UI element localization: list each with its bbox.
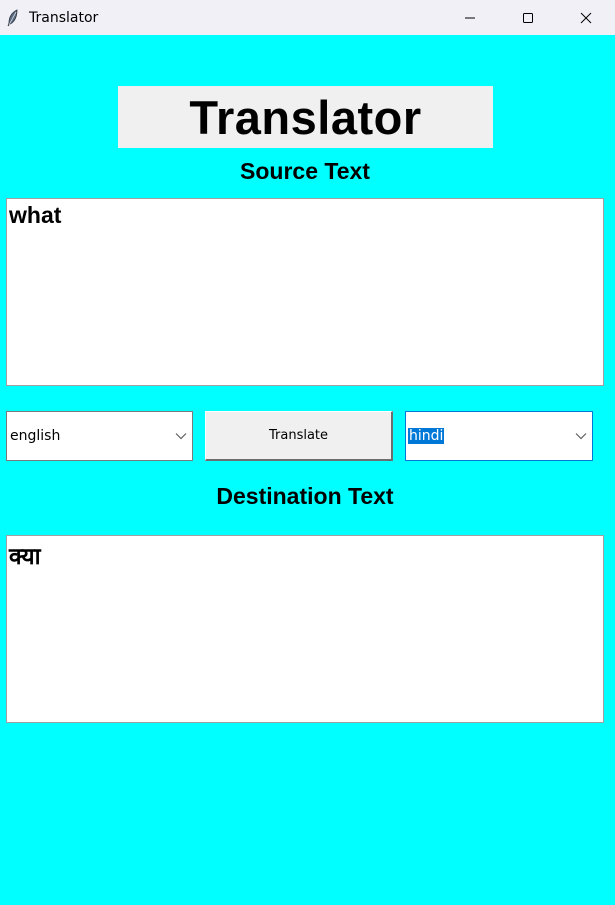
close-button[interactable]	[557, 0, 615, 35]
app-title-box: Translator	[118, 86, 493, 148]
close-icon	[580, 12, 592, 23]
minimize-icon	[465, 17, 475, 18]
destination-language-value: hindi	[408, 428, 445, 444]
maximize-button[interactable]	[499, 0, 557, 35]
source-text-label: Source Text	[240, 158, 370, 184]
chevron-down-icon	[175, 432, 187, 440]
source-text-input[interactable]: what	[6, 198, 604, 386]
feather-icon	[6, 8, 20, 27]
app-window-body: Translator Source Text what english Tran…	[0, 35, 615, 905]
minimize-button[interactable]	[441, 0, 499, 35]
window-titlebar: Translator	[0, 0, 615, 35]
destination-language-select[interactable]: hindi	[405, 411, 593, 461]
window-controls	[441, 0, 615, 35]
translate-button[interactable]: Translate	[205, 411, 393, 461]
source-text-value: what	[9, 202, 62, 228]
chevron-down-icon	[575, 432, 587, 440]
window-title: Translator	[29, 9, 99, 26]
destination-text-output[interactable]: क्या	[6, 535, 604, 723]
app-title: Translator	[189, 90, 422, 144]
destination-text-label: Destination Text	[216, 483, 394, 509]
source-language-value: english	[10, 428, 61, 444]
maximize-icon	[523, 12, 533, 23]
destination-text-value: क्या	[9, 543, 41, 569]
source-language-select[interactable]: english	[6, 411, 193, 461]
